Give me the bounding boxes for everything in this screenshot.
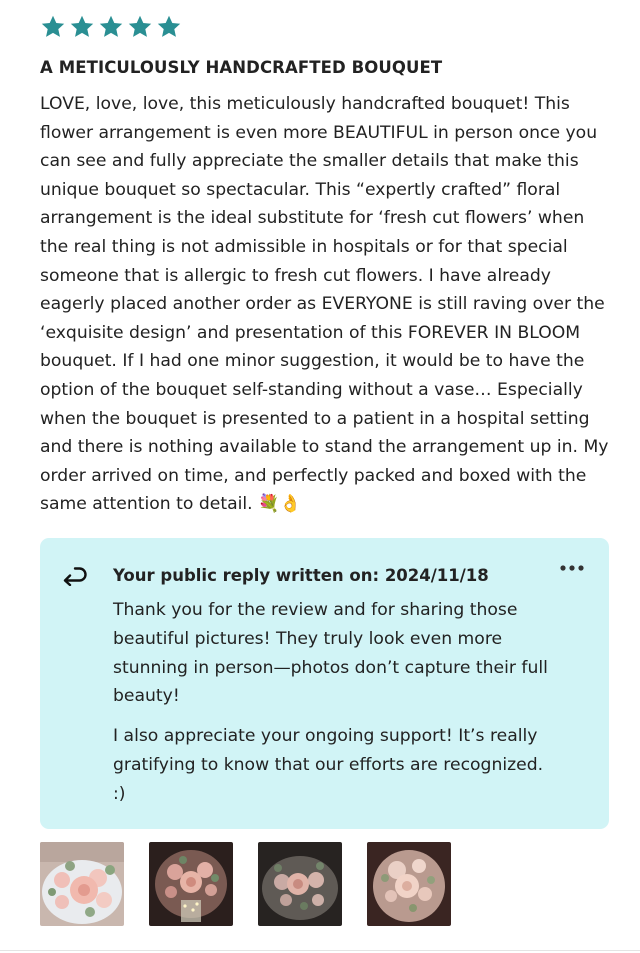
review-body: LOVE, love, love, this meticulously hand… [40,94,609,515]
seller-reply-box: Your public reply written on: 2024/11/18… [40,538,609,829]
star-icon [127,14,153,40]
review-photo-gallery [40,842,451,926]
bouquet-photo-2[interactable] [149,842,233,926]
reply-paragraph-1: Thank you for the review and for sharing… [113,600,548,707]
star-rating [40,14,182,40]
reply-header: Your public reply written on: 2024/11/18 [113,566,489,585]
review-title: A METICULOUSLY HANDCRAFTED BOUQUET [40,58,443,77]
star-icon [156,14,182,40]
more-horizontal-icon [560,565,584,571]
reply-arrow-icon [63,567,87,586]
star-icon [40,14,66,40]
star-icon [69,14,95,40]
bouquet-photo-4[interactable] [367,842,451,926]
star-icon [98,14,124,40]
more-options-button[interactable] [558,560,586,576]
reply-paragraph-2: I also appreciate your ongoing support! … [113,726,544,804]
bouquet-photo-3[interactable] [258,842,342,926]
bouquet-photo-1[interactable] [40,842,124,926]
divider [0,950,640,951]
